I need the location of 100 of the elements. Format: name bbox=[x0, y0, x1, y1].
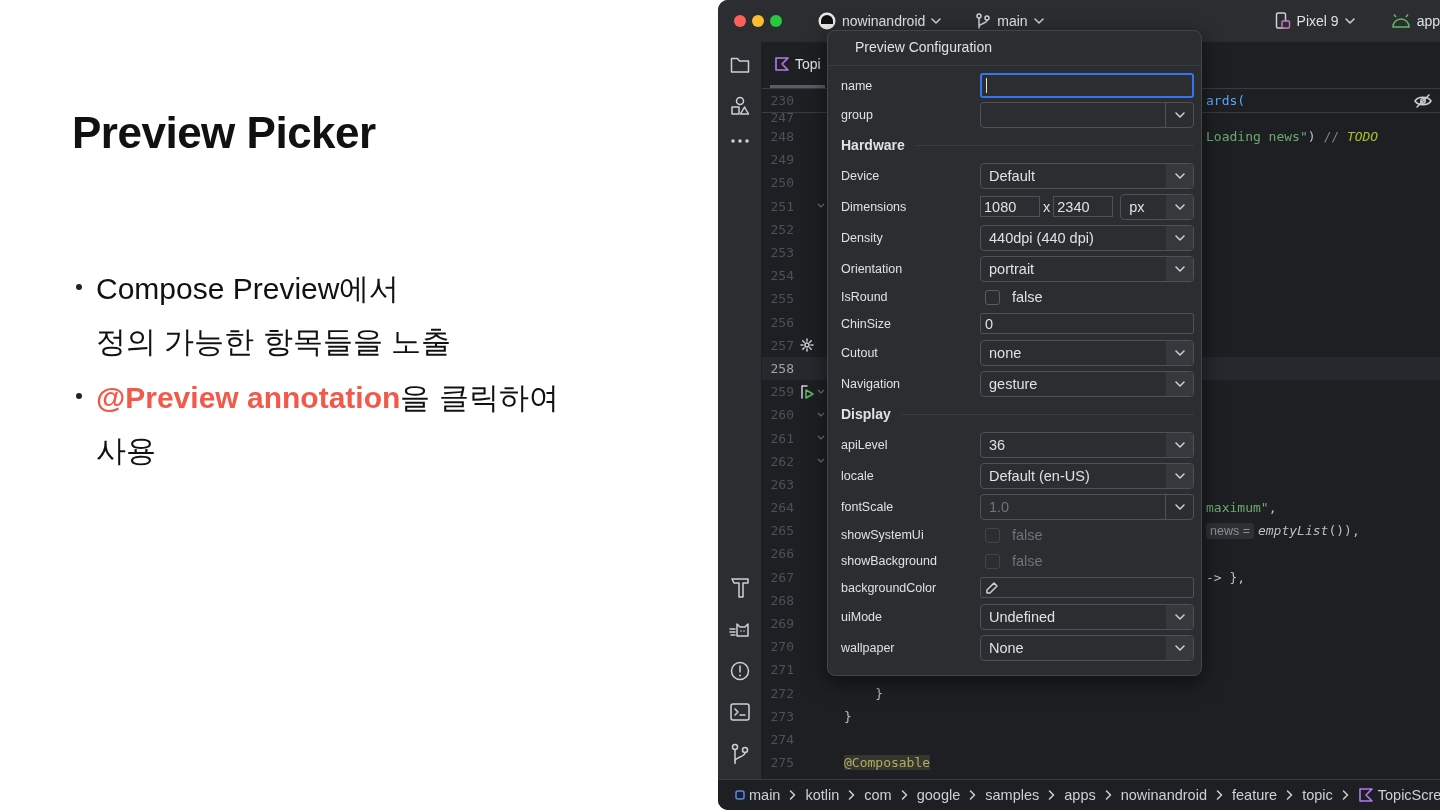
dropdown[interactable]: none bbox=[980, 339, 1194, 366]
chevron-icon bbox=[1174, 380, 1185, 387]
code-line: news = emptyList()), bbox=[1206, 522, 1440, 539]
hammer-icon[interactable] bbox=[729, 577, 750, 599]
breadcrumb[interactable]: TopicScre bbox=[1357, 787, 1440, 803]
android-icon bbox=[1390, 14, 1411, 28]
field-label: apiLevel bbox=[841, 437, 889, 452]
dropdown[interactable]: 36 bbox=[980, 431, 1194, 458]
breadcrumb[interactable]: nowinandroid bbox=[1120, 787, 1207, 803]
field-label: wallpaper bbox=[841, 640, 896, 655]
height-field[interactable]: 2340 bbox=[1053, 196, 1114, 217]
field-label: Dimensions bbox=[841, 199, 908, 214]
chevron-icon bbox=[1286, 790, 1294, 800]
window-control[interactable] bbox=[734, 15, 746, 27]
device-icon bbox=[1274, 12, 1291, 30]
code-line: Loading news") // TODO bbox=[1206, 129, 1380, 145]
dropdown[interactable]: Undefined bbox=[980, 603, 1194, 630]
popup-title: Preview Configuration bbox=[828, 31, 1201, 66]
dropdown[interactable]: gesture bbox=[980, 370, 1194, 397]
field-label: IsRound bbox=[841, 290, 889, 304]
breadcrumb[interactable]: topic bbox=[1302, 787, 1333, 803]
dropdown[interactable]: Default (en-US) bbox=[980, 462, 1194, 489]
bullet-text: Compose Preview에서 정의 가능한 항목들을 노출 bbox=[96, 271, 451, 360]
field-label: name bbox=[841, 78, 874, 93]
kotlin-file-icon bbox=[1357, 787, 1374, 803]
field-label: Device bbox=[841, 168, 881, 183]
fold-icon[interactable] bbox=[817, 458, 825, 465]
checkbox-value: false bbox=[1012, 289, 1043, 305]
code-line: maximum", bbox=[1206, 500, 1278, 516]
bullet-text: @Preview annotation을 클릭하여 사용 bbox=[96, 380, 559, 469]
checkbox-value: false bbox=[1012, 553, 1043, 569]
field-label: showSystemUi bbox=[841, 528, 925, 542]
breadcrumb[interactable]: apps bbox=[1064, 787, 1096, 803]
chevron-icon bbox=[1174, 472, 1185, 479]
bullet-dot bbox=[76, 284, 82, 290]
text-field[interactable] bbox=[980, 73, 1194, 98]
kotlin-file-icon bbox=[774, 55, 790, 72]
color-field[interactable] bbox=[980, 577, 1194, 598]
fold-icon[interactable] bbox=[817, 435, 825, 442]
cat-icon[interactable] bbox=[728, 621, 751, 639]
times-sign: x bbox=[1043, 198, 1051, 215]
run-icon[interactable] bbox=[799, 383, 815, 400]
breadcrumb[interactable]: main bbox=[735, 787, 781, 803]
editor-tab[interactable]: Topi bbox=[770, 42, 825, 88]
branch-selector[interactable]: main bbox=[975, 13, 1044, 29]
code-line: ards( bbox=[1206, 93, 1247, 108]
checkbox-value: false bbox=[1012, 527, 1043, 543]
chevron-icon bbox=[1104, 790, 1112, 800]
folder-icon[interactable] bbox=[729, 56, 750, 74]
window-control[interactable] bbox=[770, 15, 782, 27]
field-label: group bbox=[841, 107, 874, 122]
chevron-icon bbox=[848, 790, 856, 800]
fold-icon[interactable] bbox=[817, 203, 825, 210]
dropdown[interactable]: Default bbox=[980, 162, 1194, 189]
chevron-icon bbox=[931, 18, 942, 24]
avatar-icon bbox=[818, 12, 836, 30]
breadcrumb[interactable]: samples bbox=[985, 787, 1040, 803]
dropdown[interactable]: None bbox=[980, 634, 1194, 661]
eye-off-icon[interactable] bbox=[1414, 93, 1432, 108]
chevron-icon bbox=[1033, 18, 1044, 24]
chevron-icon bbox=[1048, 790, 1056, 800]
module-icon bbox=[735, 790, 745, 800]
more-icon[interactable] bbox=[729, 138, 750, 144]
fold-icon[interactable] bbox=[817, 388, 825, 395]
code-line: -> }, bbox=[1206, 569, 1247, 585]
field-label: Cutout bbox=[841, 345, 879, 360]
dropdown[interactable]: 440dpi (440 dpi) bbox=[980, 224, 1194, 251]
branch-icon[interactable] bbox=[729, 743, 750, 765]
breadcrumb[interactable]: kotlin bbox=[805, 787, 840, 803]
eyedropper-icon[interactable] bbox=[985, 580, 999, 595]
section-heading: Hardware bbox=[841, 137, 905, 153]
branch-icon bbox=[975, 13, 992, 29]
window-control[interactable] bbox=[752, 15, 764, 27]
chevron-icon bbox=[1174, 172, 1185, 179]
dropdown[interactable]: portrait bbox=[980, 255, 1194, 282]
field-label: showBackground bbox=[841, 554, 938, 568]
warning-icon[interactable] bbox=[729, 661, 750, 681]
shapes-icon[interactable] bbox=[729, 96, 750, 116]
breadcrumb[interactable]: feature bbox=[1231, 787, 1278, 803]
width-field[interactable]: 1080 bbox=[980, 196, 1040, 217]
line-number: 258 bbox=[769, 360, 795, 376]
chevron-icon bbox=[1215, 790, 1223, 800]
fold-icon[interactable] bbox=[817, 411, 825, 418]
section-heading: Display bbox=[841, 406, 891, 422]
chevron-icon bbox=[1174, 234, 1185, 241]
run-config-selector[interactable]: app bbox=[1390, 13, 1440, 29]
terminal-icon[interactable] bbox=[729, 703, 750, 721]
chevron-icon bbox=[1174, 349, 1185, 356]
dropdown[interactable]: px bbox=[1120, 193, 1194, 220]
text-field[interactable]: 0 bbox=[980, 313, 1194, 334]
device-selector[interactable]: Pixel 9 bbox=[1274, 12, 1355, 30]
breadcrumb[interactable]: google bbox=[916, 787, 961, 803]
field-label: ChinSize bbox=[841, 316, 893, 331]
breadcrumb[interactable]: com bbox=[864, 787, 892, 803]
field-label: fontScale bbox=[841, 499, 895, 514]
project-selector[interactable]: nowinandroid bbox=[818, 12, 942, 30]
field-label: Orientation bbox=[841, 261, 904, 276]
checkbox[interactable] bbox=[985, 289, 1000, 305]
text-cursor bbox=[986, 78, 987, 93]
gear-icon[interactable] bbox=[800, 338, 814, 353]
